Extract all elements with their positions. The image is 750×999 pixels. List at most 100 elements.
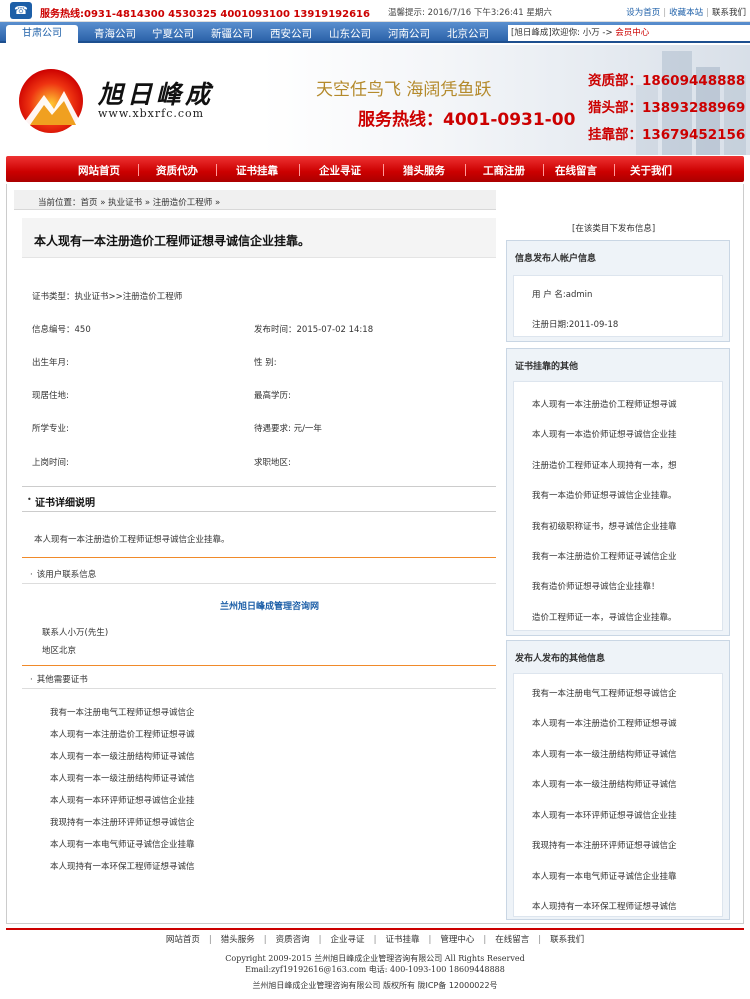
- footer-link[interactable]: 资质咨询: [276, 935, 310, 945]
- contact-link[interactable]: 联系我们: [712, 8, 746, 18]
- footer-link[interactable]: 猎头服务: [221, 935, 255, 945]
- contact-area: 地区北京: [42, 646, 77, 656]
- sidebar-cert-link[interactable]: 造价工程师证一本，寻诚信企业挂靠。: [532, 611, 702, 623]
- info-number: 信息编号：450: [32, 325, 91, 335]
- sidebar-cert-link[interactable]: 我有一本造价师证想寻诚信企业挂靠。: [532, 489, 702, 501]
- footer-link[interactable]: 网站首页: [166, 935, 200, 945]
- breadcrumb-category[interactable]: 执业证书: [108, 198, 142, 208]
- user-welcome: [旭日峰成]欢迎你: 小万 -> 会员中心: [508, 25, 750, 41]
- account-panel-title: 信息发布人帐户信息: [515, 254, 597, 264]
- nav-about-us[interactable]: 关于我们: [630, 163, 672, 178]
- major-field: 所学专业:: [32, 424, 69, 434]
- sidebar-publisher-link[interactable]: 我现持有一本注册环评师证想寻诚信企: [532, 839, 702, 851]
- sun-logo-icon: [19, 69, 83, 133]
- province-nav: 甘肃公司 青海公司 宁夏公司 新疆公司 西安公司 山东公司 河南公司 北京公司 …: [0, 22, 750, 43]
- publish-time: 发布时间：2015-07-02 14:18: [254, 325, 374, 335]
- nav-business-registration[interactable]: 工商注册: [483, 163, 525, 178]
- sidebar-cert-link[interactable]: 我有初级职称证书，想寻诚信企业挂靠: [532, 520, 702, 532]
- province-tab[interactable]: 宁夏公司: [152, 26, 194, 41]
- contact-info-title: 该用户联系信息: [36, 570, 97, 580]
- sidebar-cert-link[interactable]: 注册造价工程师证本人现持有一本，想: [532, 459, 702, 471]
- sidebar-publisher-link[interactable]: 本人现有一本注册造价工程师证想寻诚: [532, 717, 702, 729]
- logo-text: 旭日峰成: [98, 80, 215, 109]
- breadcrumb-label: 当前位置：: [38, 198, 81, 208]
- residence-field: 现居住地:: [32, 391, 69, 401]
- footer-link[interactable]: 联系我们: [550, 935, 584, 945]
- breadcrumb-subcategory[interactable]: 注册造价工程师: [153, 198, 213, 208]
- bookmark-link[interactable]: 收藏本站: [669, 8, 703, 18]
- other-cert-link[interactable]: 我现持有一本注册环评师证想寻诚信企: [50, 816, 195, 828]
- account-panel: 信息发布人帐户信息 用 户 名:admin 注册日期:2011-09-18: [506, 240, 730, 342]
- post-in-category-link[interactable]: [在该类目下发布信息]: [572, 222, 655, 234]
- footer-nav: 网站首页 | 猎头服务 | 资质咨询 | 企业寻证 | 证书挂靠 | 管理中心 | 在线留言 | 联系我们: [165, 935, 585, 945]
- province-tab[interactable]: 河南公司: [388, 26, 430, 41]
- sidebar-publisher-link[interactable]: 本人现有一本一级注册结构师证寻诚信: [532, 778, 702, 790]
- sidebar-publisher-link[interactable]: 本人现有一本电气师证寻诚信企业挂靠: [532, 870, 702, 882]
- other-cert-link[interactable]: 本人现有一本一级注册结构师证寻诚信: [50, 750, 195, 762]
- nav-home[interactable]: 网站首页: [78, 163, 120, 178]
- other-cert-link[interactable]: 本人现有一本一级注册结构师证寻诚信: [50, 772, 195, 784]
- footer-divider: [6, 928, 744, 930]
- footer-link[interactable]: 管理中心: [440, 935, 474, 945]
- sidebar-cert-link[interactable]: 我有造价师证想寻诚信企业挂靠！: [532, 580, 702, 592]
- sidebar-publisher-link[interactable]: 本人现有一本一级注册结构师证寻诚信: [532, 748, 702, 760]
- nav-cert-affiliation[interactable]: 证书挂靠: [236, 163, 278, 178]
- service-hotline: 服务热线：4001-0931-00: [358, 110, 576, 130]
- gender-field: 性 别:: [254, 358, 277, 368]
- footer-link[interactable]: 证书挂靠: [385, 935, 419, 945]
- member-center-link[interactable]: 会员中心: [615, 28, 649, 38]
- welcome-text: [旭日峰成]欢迎你: 小万 ->: [511, 28, 616, 38]
- sidebar-publisher-link[interactable]: 我有一本注册电气工程师证想寻诚信企: [532, 687, 702, 699]
- account-username: 用 户 名:admin: [532, 288, 702, 300]
- other-certs-title: 其他需要证书: [36, 675, 88, 685]
- detail-title-box: 本人现有一本注册造价工程师证想寻诚信企业挂靠。: [22, 218, 496, 258]
- province-tab[interactable]: 山东公司: [329, 26, 371, 41]
- province-tab-current[interactable]: 甘肃公司: [6, 25, 78, 43]
- sidebar-cert-link[interactable]: 我有一本注册造价工程师证寻诚信企业: [532, 550, 702, 562]
- hotline-text: 服务热线:0931-4814300 4530325 4001093100 139…: [40, 9, 370, 20]
- nav-company-search[interactable]: 企业寻证: [319, 163, 361, 178]
- account-register-date: 注册日期:2011-09-18: [532, 318, 702, 330]
- cert-description: 本人现有一本注册造价工程师证想寻诚信企业挂靠。: [34, 535, 230, 545]
- publisher-other-panel: 发布人发布的其他信息 我有一本注册电气工程师证想寻诚信企 本人现有一本注册造价工…: [506, 640, 730, 920]
- sidebar-cert-link[interactable]: 本人现有一本造价师证想寻诚信企业挂: [532, 428, 702, 440]
- other-cert-link[interactable]: 本人现有一本环评师证想寻诚信企业挂: [50, 794, 195, 806]
- set-homepage-link[interactable]: 设为首页: [626, 8, 660, 18]
- publisher-other-title: 发布人发布的其他信息: [515, 654, 606, 664]
- footer-link[interactable]: 企业寻证: [331, 935, 365, 945]
- breadcrumb-home[interactable]: 首页: [81, 198, 98, 208]
- sidebar-publisher-link[interactable]: 本人现有一本环评师证想寻诚信企业挂: [532, 809, 702, 821]
- other-cert-link[interactable]: 我有一本注册电气工程师证想寻诚信企: [50, 706, 195, 718]
- slogan: 天空任鸟飞 海阔凭鱼跃: [316, 80, 492, 100]
- nav-headhunter[interactable]: 猎头服务: [403, 163, 445, 178]
- other-cert-link[interactable]: 本人现有一本注册造价工程师证想寻诚: [50, 728, 195, 740]
- sidebar-cert-link[interactable]: 本人现有一本注册造价工程师证想寻诚: [532, 398, 702, 410]
- education-field: 最高学历:: [254, 391, 291, 401]
- header-banner: 旭日峰成 www.xbxrfc.com 天空任鸟飞 海阔凭鱼跃 服务热线：400…: [0, 45, 750, 155]
- contact-qualification: 资质部：18609448888: [588, 73, 746, 89]
- nav-qualification[interactable]: 资质代办: [156, 163, 198, 178]
- birth-field: 出生年月:: [32, 358, 69, 368]
- sidebar-publisher-link[interactable]: 本人现持有一本环保工程师证想寻诚信: [532, 900, 702, 912]
- footer-icp: 兰州旭日峰成企业管理咨询有限公司 版权所有 陇ICP备 12000022号: [252, 981, 498, 990]
- top-bar: ☎ 服务热线:0931-4814300 4530325 4001093100 1…: [0, 0, 750, 22]
- other-cert-link[interactable]: 本人现有一本电气师证寻诚信企业挂靠: [50, 838, 195, 850]
- footer-link[interactable]: 在线留言: [495, 935, 529, 945]
- phone-icon: ☎: [10, 2, 32, 19]
- province-tab[interactable]: 西安公司: [270, 26, 312, 41]
- cert-type: 证书类型：执业证书>>注册造价工程师: [32, 292, 183, 302]
- other-certs-header: · 其他需要证书: [22, 667, 496, 689]
- nav-online-message[interactable]: 在线留言: [555, 163, 597, 178]
- cert-detail-header: • 证书详细说明: [22, 486, 496, 512]
- breadcrumb: 当前位置：首页 » 执业证书 » 注册造价工程师 »: [14, 190, 496, 210]
- province-tab[interactable]: 青海公司: [94, 26, 136, 41]
- date-tip: 温馨提示: 2016/7/16 下午3:26:41 星期六: [388, 8, 552, 18]
- copyright: Copyright 2009-2015 兰州旭日峰成企业管理咨询有限公司 All…: [225, 954, 525, 963]
- top-links: 设为首页 | 收藏本站 | 联系我们: [626, 8, 746, 18]
- area-field: 求职地区:: [254, 458, 291, 468]
- company-name[interactable]: 兰州旭日峰成管理咨询网: [220, 599, 319, 612]
- contact-info-header: · 该用户联系信息: [22, 562, 496, 584]
- other-cert-link[interactable]: 本人现持有一本环保工程师证想寻诚信: [50, 860, 195, 872]
- province-tab[interactable]: 新疆公司: [211, 26, 253, 41]
- province-tab[interactable]: 北京公司: [447, 26, 489, 41]
